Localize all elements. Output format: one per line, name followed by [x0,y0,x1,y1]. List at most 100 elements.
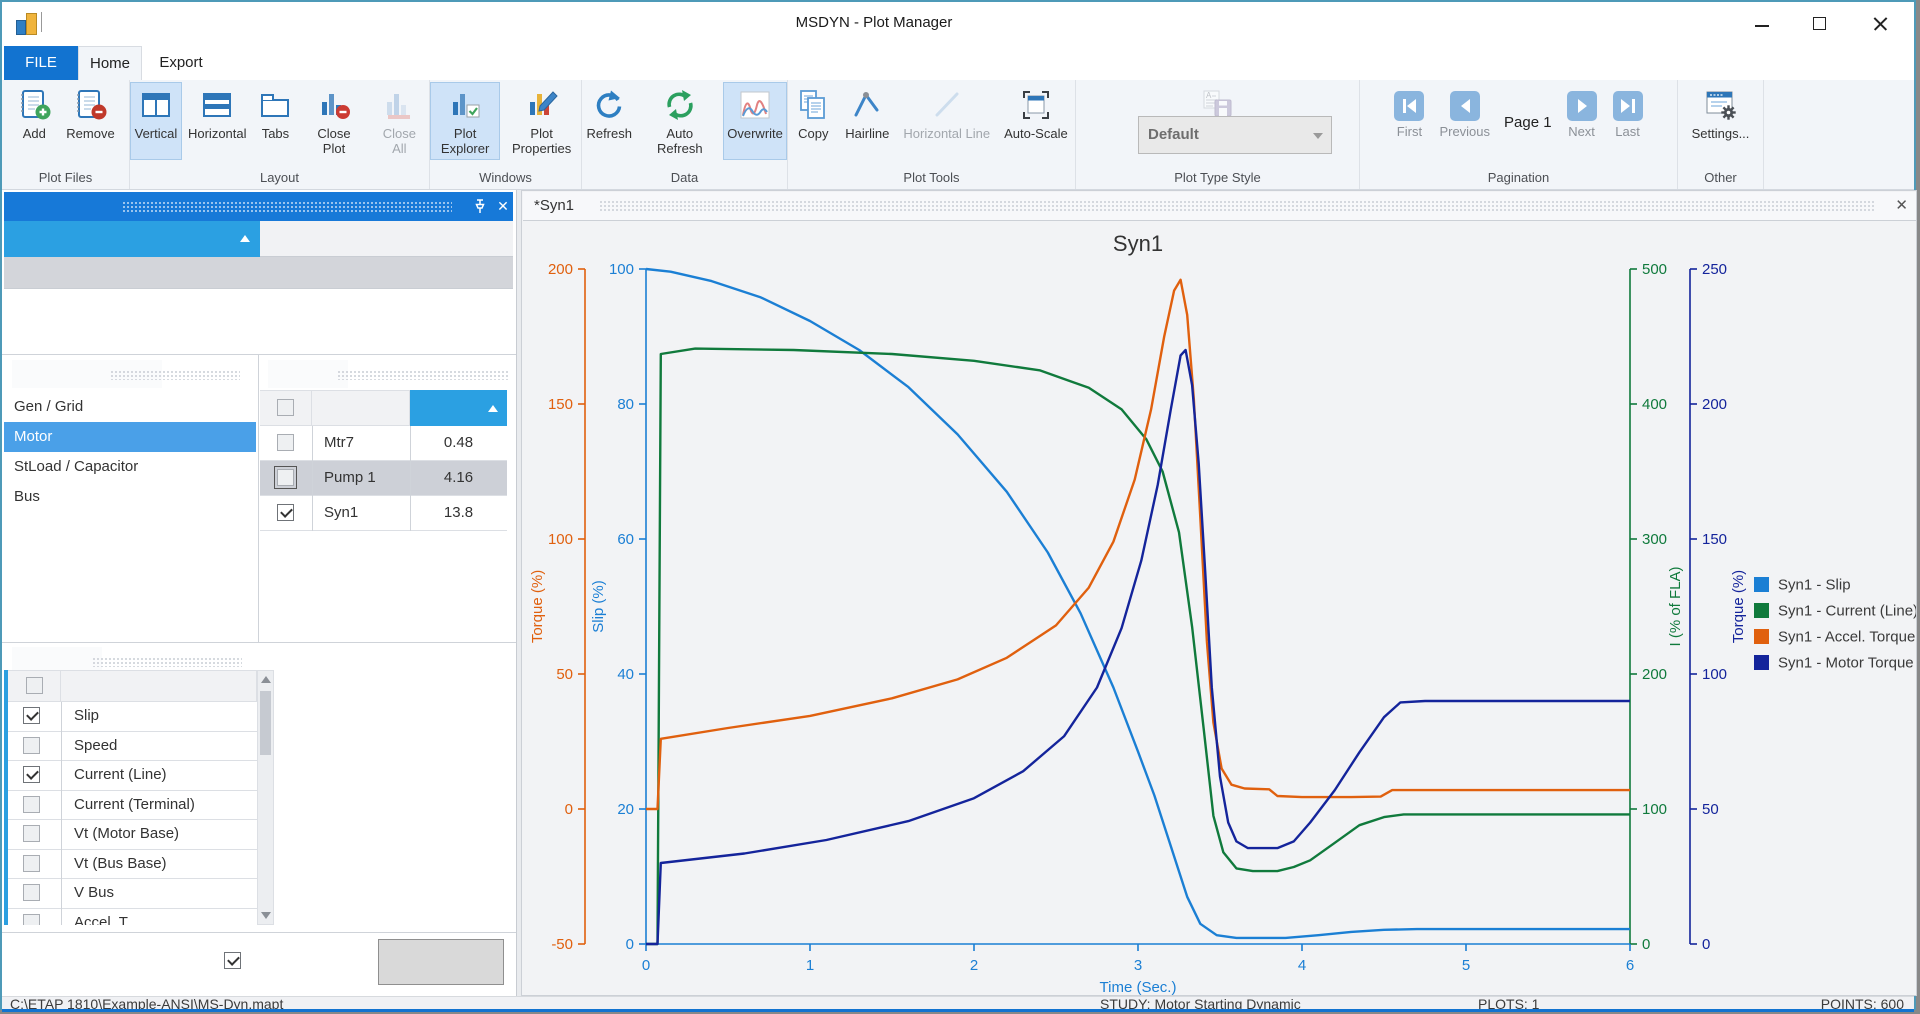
device-type-item-bus[interactable]: Bus [4,482,256,512]
plot-type-row-accel-t[interactable]: Accel. T [8,909,257,926]
device-type-item-stload-capacitor[interactable]: StLoad / Capacitor [4,452,256,482]
plot-type-checkbox[interactable] [23,796,40,813]
last-button[interactable]: Last [1606,82,1650,160]
plot-type-checkbox[interactable] [23,707,40,724]
plot-properties-button[interactable]: Plot Properties [502,82,581,160]
plot-type-row-vt-motor-base[interactable]: Vt (Motor Base) [8,820,257,850]
combine-plot-control[interactable] [224,952,250,969]
button-label: Plot Properties [508,126,575,156]
button-label: Refresh [586,126,632,141]
plot-type-header-checkbox-cell[interactable] [8,670,61,702]
device-kv: 13.8 [410,504,507,521]
content-area: ✕ Gen / GridMotorStLoad / CapacitorBus M… [2,190,1914,996]
plot-explorer-button[interactable]: Plot Explorer [430,82,500,160]
device-row-pump-1[interactable]: Pump 1 4.16 [260,461,507,496]
add-icon [16,87,52,123]
plot-type-row-v-bus[interactable]: V Bus [8,879,257,909]
x-tick-label: 4 [1298,957,1306,974]
select-all-checkbox[interactable] [277,399,294,416]
tick-label: 150 [548,396,573,413]
plot-type-checkbox[interactable] [23,737,40,754]
devices-header-checkbox-cell[interactable] [260,390,312,426]
close-all-button: Close All [370,82,429,160]
device-type-item-motor[interactable]: Motor [4,422,256,452]
tick-label: 50 [556,666,573,683]
button-label: Tabs [262,126,289,141]
vertical-button[interactable]: Vertical [130,82,182,160]
refresh-button[interactable]: Refresh [582,82,636,160]
ribbon-group-windows: Plot ExplorerPlot PropertiesWindows [430,80,582,189]
plot-type-row-vt-bus-base[interactable]: Vt (Bus Base) [8,850,257,880]
series-syn1-current-line [646,349,1630,944]
auto-refresh-button[interactable]: Auto Refresh [638,82,721,160]
svg-text:A: A [1206,91,1212,100]
column-header-name[interactable] [4,221,260,257]
auto-scale-button[interactable]: Auto-Scale [998,82,1074,160]
close-button[interactable] [1866,12,1894,36]
tab-file[interactable]: FILE [4,46,78,80]
close-plot-button[interactable]: Close Plot [300,82,367,160]
plot-type-header-description[interactable] [61,670,257,702]
plot-type-checkbox[interactable] [23,825,40,842]
hairline-button[interactable]: Hairline [839,82,895,160]
plot-explorer-header[interactable]: ✕ [4,192,513,221]
tab-home[interactable]: Home [78,46,142,80]
tick-label: 400 [1642,396,1667,413]
overwrite-button[interactable]: Overwrite [723,82,787,160]
plot-type-row-speed[interactable]: Speed [8,732,257,762]
maximize-button[interactable] [1806,12,1834,36]
remove-button[interactable]: Remove [60,82,120,160]
plot-tab-close-icon[interactable]: ✕ [1895,196,1908,214]
device-row-syn1[interactable]: Syn1 13.8 [260,496,507,531]
device-type-item-gen-grid[interactable]: Gen / Grid [4,392,256,422]
device-id: Syn1 [324,504,358,521]
plot-type-checkbox[interactable] [23,855,40,872]
plot-tab-drag-strip[interactable] [599,200,1875,212]
plot-type-checkbox[interactable] [23,884,40,901]
drag-strip[interactable] [122,201,452,213]
plot-type-row-current-terminal[interactable]: Current (Terminal) [8,791,257,821]
tick-label: 150 [1702,531,1727,548]
pin-button[interactable] [472,198,488,215]
ribbon-group-label: Pagination [1360,170,1677,185]
settings-button[interactable]: Settings... [1686,82,1756,160]
chart-canvas[interactable]: Syn1200150100500-50Torque (%)10080604020… [522,221,1916,995]
legend-label: Syn1 - Current (Line) [1778,603,1916,620]
minimize-button[interactable] [1748,12,1776,36]
tabs-button[interactable]: Tabs [253,82,299,160]
device-row-mtr7[interactable]: Mtr7 0.48 [260,426,507,461]
plot-type-label: Speed [74,737,117,754]
button-label: Auto Refresh [644,126,715,156]
devices-header-kv[interactable] [410,390,507,426]
plot-properties-icon [524,87,560,123]
device-checkbox[interactable] [277,469,294,486]
next-button[interactable]: Next [1560,82,1604,160]
plot-tab-label[interactable]: *Syn1 [534,197,574,214]
plot-type-checkbox[interactable] [23,914,40,926]
tick-label: 100 [1642,801,1667,818]
horizontal-button[interactable]: Horizontal [184,82,251,160]
device-checkbox[interactable] [277,434,294,451]
device-kv: 0.48 [410,434,507,451]
plot-file-row[interactable] [4,257,513,289]
scroll-down-icon[interactable] [261,912,271,919]
select-all-checkbox[interactable] [26,677,43,694]
scroll-up-icon[interactable] [261,676,271,683]
copy-button[interactable]: Copy [789,82,837,160]
column-header-created[interactable] [260,221,513,257]
plot-type-row-slip[interactable]: Slip [8,702,257,732]
plot-type-row-current-line[interactable]: Current (Line) [8,761,257,791]
series-syn1-accel-torque [646,280,1630,809]
devices-header-id[interactable] [312,390,410,426]
combine-plot-checkbox[interactable] [224,952,241,969]
scroll-thumb[interactable] [260,691,271,755]
plot-type-checkbox[interactable] [23,766,40,783]
device-checkbox[interactable] [277,504,294,521]
plot-button[interactable] [378,939,504,985]
add-button[interactable]: Add [10,82,58,160]
first-button[interactable]: First [1387,82,1431,160]
previous-button[interactable]: Previous [1433,82,1496,160]
panel-close-icon[interactable]: ✕ [496,198,510,214]
plot-type-scrollbar[interactable] [257,670,274,925]
tab-export[interactable]: Export [142,46,220,80]
